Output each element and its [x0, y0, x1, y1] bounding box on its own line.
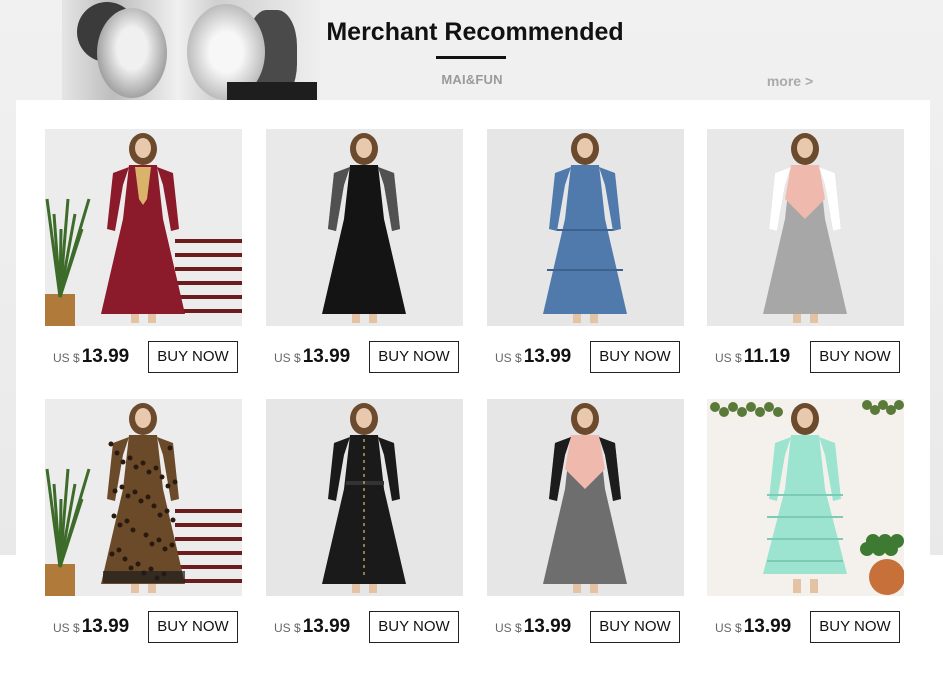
price-currency: US $	[495, 351, 522, 365]
price-currency: US $	[53, 351, 80, 365]
price-amount: 13.99	[302, 616, 351, 637]
buy-now-button[interactable]: BUY NOW	[369, 341, 459, 373]
product-price: US $ 13.99	[274, 616, 350, 638]
product-card[interactable]: US $ 13.99 BUY NOW	[45, 399, 242, 643]
buy-now-button[interactable]: BUY NOW	[148, 341, 238, 373]
price-amount: 13.99	[302, 346, 351, 367]
price-currency: US $	[495, 621, 522, 635]
product-price: US $ 13.99	[495, 346, 571, 368]
product-price: US $ 13.99	[53, 346, 129, 368]
model-face	[97, 8, 167, 98]
brand-name[interactable]: MAI&FUN	[420, 72, 524, 87]
buy-now-button[interactable]: BUY NOW	[810, 341, 900, 373]
product-image[interactable]	[487, 129, 684, 326]
product-card[interactable]: US $ 13.99 BUY NOW	[487, 129, 684, 373]
product-price: US $ 13.99	[495, 616, 571, 638]
dress-photo	[45, 129, 242, 326]
title-underline	[436, 56, 506, 59]
price-amount: 13.99	[523, 346, 572, 367]
product-card[interactable]: US $ 13.99 BUY NOW	[266, 399, 463, 643]
price-amount: 13.99	[743, 616, 792, 637]
price-currency: US $	[274, 621, 301, 635]
product-image[interactable]	[707, 129, 904, 326]
price-amount: 13.99	[81, 346, 130, 367]
price-amount: 13.99	[81, 616, 130, 637]
product-price: US $ 11.19	[715, 346, 790, 368]
product-image[interactable]	[266, 129, 463, 326]
price-currency: US $	[274, 351, 301, 365]
buy-now-button[interactable]: BUY NOW	[590, 611, 680, 643]
dress-photo	[707, 129, 904, 326]
product-image[interactable]	[707, 399, 904, 596]
price-amount: 11.19	[743, 346, 791, 367]
product-price: US $ 13.99	[274, 346, 350, 368]
buy-now-button[interactable]: BUY NOW	[590, 341, 680, 373]
dress-photo	[266, 129, 463, 326]
product-image[interactable]	[266, 399, 463, 596]
product-price: US $ 13.99	[715, 616, 791, 638]
product-image[interactable]	[45, 399, 242, 596]
product-card[interactable]: US $ 13.99 BUY NOW	[487, 399, 684, 643]
product-card[interactable]: US $ 13.99 BUY NOW	[707, 399, 904, 643]
buy-now-button[interactable]: BUY NOW	[148, 611, 238, 643]
price-currency: US $	[715, 351, 742, 365]
product-card[interactable]: US $ 13.99 BUY NOW	[266, 129, 463, 373]
banner-models-image	[62, 0, 320, 100]
product-card[interactable]: US $ 11.19 BUY NOW	[707, 129, 904, 373]
dress-photo	[45, 399, 242, 596]
dress-photo	[487, 399, 684, 596]
price-currency: US $	[53, 621, 80, 635]
buy-now-button[interactable]: BUY NOW	[810, 611, 900, 643]
product-image[interactable]	[487, 399, 684, 596]
price-amount: 13.99	[523, 616, 572, 637]
dress-photo	[487, 129, 684, 326]
product-grid: US $ 13.99 BUY NOW US $ 13.99 BUY NOW US…	[16, 100, 930, 686]
more-link[interactable]: more >	[748, 73, 832, 89]
dress-photo	[707, 399, 904, 596]
model-collar	[227, 82, 317, 100]
product-price: US $ 13.99	[53, 616, 129, 638]
price-currency: US $	[715, 621, 742, 635]
product-image[interactable]	[45, 129, 242, 326]
section-title: Merchant Recommended	[326, 18, 624, 46]
product-card[interactable]: US $ 13.99 BUY NOW	[45, 129, 242, 373]
buy-now-button[interactable]: BUY NOW	[369, 611, 459, 643]
dress-photo	[266, 399, 463, 596]
